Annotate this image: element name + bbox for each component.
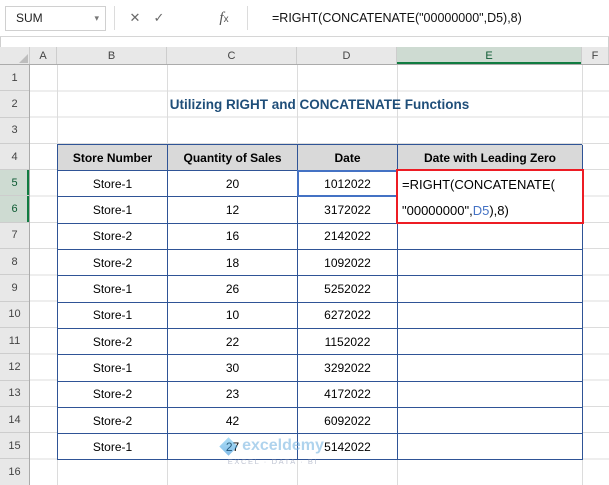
row-header-4[interactable]: 4 [0,144,29,171]
insert-function-icon[interactable]: fx [209,10,239,27]
row-header-9[interactable]: 9 [0,275,29,302]
column-header-a[interactable]: A [30,47,57,64]
cell-store-number[interactable]: Store-1 [58,434,168,461]
cell-quantity[interactable]: 22 [168,328,298,356]
formula-annotation-box: =RIGHT(CONCATENATE( "00000000",D5),8) [396,169,584,225]
divider [114,6,115,30]
cell-quantity[interactable]: 30 [168,355,298,382]
cell-quantity[interactable]: 26 [168,276,298,303]
cell-date[interactable]: 6272022 [298,302,398,329]
cell-date-leading-zero[interactable] [398,223,583,251]
cell-date-leading-zero[interactable] [398,355,583,382]
column-header-e-selected[interactable]: E [397,47,582,64]
worksheet: A B C D E F 1 2 3 4 5 6 7 8 9 10 11 12 1… [0,47,609,485]
header-date[interactable]: Date [298,144,398,172]
cell-date[interactable]: 2142022 [298,223,398,251]
cell-store-number[interactable]: Store-1 [58,276,168,303]
cell-date[interactable]: 1092022 [298,250,398,277]
watermark-tagline: EXCEL · DATA · BI [227,457,319,466]
cancel-icon[interactable]: ✕ [123,10,147,26]
column-header-c[interactable]: C [167,47,297,64]
chevron-down-icon[interactable]: ▾ [94,13,105,24]
cell-date[interactable]: 1152022 [298,328,398,356]
row-header-6-selected[interactable]: 6 [0,196,29,223]
row-header-11[interactable]: 11 [0,328,29,355]
worksheet-title[interactable]: Utilizing RIGHT and CONCATENATE Function… [57,91,582,117]
cell-quantity[interactable]: 42 [168,407,298,435]
d5-reference-highlight [297,169,398,198]
row-header-15[interactable]: 15 [0,433,29,460]
enter-icon[interactable]: ✓ [147,10,171,26]
name-box-value: SUM [16,11,43,25]
cell-store-number[interactable]: Store-2 [58,381,168,408]
row-header-2[interactable]: 2 [0,91,29,118]
row-header-13[interactable]: 13 [0,381,29,407]
cell-quantity[interactable]: 20 [168,171,298,198]
column-headers: A B C D E F [0,47,609,65]
row-header-3[interactable]: 3 [0,118,29,144]
row-header-12[interactable]: 12 [0,354,29,381]
cell-date[interactable]: 3292022 [298,355,398,382]
cell-store-number[interactable]: Store-2 [58,223,168,251]
formula-cell-reference: D5 [472,202,490,218]
cell-quantity[interactable]: 16 [168,223,298,251]
cell-quantity[interactable]: 23 [168,381,298,408]
active-cell-editor-line2[interactable]: "00000000",D5),8) [402,198,582,223]
cell-date-leading-zero[interactable] [398,381,583,408]
cell-quantity[interactable]: 10 [168,302,298,329]
column-header-d[interactable]: D [297,47,397,64]
cell-quantity[interactable]: 18 [168,250,298,277]
cell-date-leading-zero[interactable] [398,302,583,329]
select-all-corner[interactable] [0,47,30,64]
cell-store-number[interactable]: Store-2 [58,328,168,356]
cell-date-leading-zero[interactable] [398,434,583,461]
cell-date[interactable]: 5252022 [298,276,398,303]
formula-bar: SUM ▾ ✕ ✓ fx =RIGHT(CONCATENATE("0000000… [0,0,609,37]
row-header-14[interactable]: 14 [0,407,29,434]
formula-input[interactable]: =RIGHT(CONCATENATE("00000000",D5),8) [272,11,522,25]
column-header-f[interactable]: F [582,47,609,64]
row-header-10[interactable]: 10 [0,302,29,328]
cell-store-number[interactable]: Store-1 [58,171,168,198]
row-header-16[interactable]: 16 [0,459,29,485]
formula-text: "00000000", [402,202,473,218]
row-header-7[interactable]: 7 [0,223,29,250]
fx-x: x [223,13,229,25]
cell-store-number[interactable]: Store-1 [58,355,168,382]
active-cell-editor-line1[interactable]: =RIGHT(CONCATENATE( [402,172,582,197]
cell-store-number[interactable]: Store-2 [58,250,168,277]
cell-store-number[interactable]: Store-1 [58,197,168,224]
cell-date-leading-zero[interactable] [398,328,583,356]
header-store-number[interactable]: Store Number [58,144,168,172]
cell-store-number[interactable]: Store-1 [58,302,168,329]
cell-date[interactable]: 6092022 [298,407,398,435]
row-header-8[interactable]: 8 [0,249,29,276]
header-date-with-leading-zero[interactable]: Date with Leading Zero [398,144,583,172]
column-header-b[interactable]: B [57,47,167,64]
cell-date[interactable]: 4172022 [298,381,398,408]
formula-text: ),8) [489,202,509,218]
name-box[interactable]: SUM ▾ [5,5,106,31]
watermark-brand: exceldemy [242,437,324,454]
watermark: exceldemy EXCEL · DATA · BI [198,436,348,466]
excel-window: SUM ▾ ✕ ✓ fx =RIGHT(CONCATENATE("0000000… [0,0,609,485]
divider [247,6,248,30]
row-headers: 1 2 3 4 5 6 7 8 9 10 11 12 13 14 15 16 [0,65,30,485]
cell-date[interactable]: 3172022 [298,197,398,224]
row-header-1[interactable]: 1 [0,65,29,92]
exceldemy-logo-icon [219,436,238,456]
grid-area: Utilizing RIGHT and CONCATENATE Function… [30,65,609,485]
cell-date-leading-zero[interactable] [398,276,583,303]
row-header-5-selected[interactable]: 5 [0,170,29,197]
header-quantity-of-sales[interactable]: Quantity of Sales [168,144,298,172]
cell-quantity[interactable]: 12 [168,197,298,224]
cell-date-leading-zero[interactable] [398,407,583,435]
cell-store-number[interactable]: Store-2 [58,407,168,435]
cell-date-leading-zero[interactable] [398,250,583,277]
